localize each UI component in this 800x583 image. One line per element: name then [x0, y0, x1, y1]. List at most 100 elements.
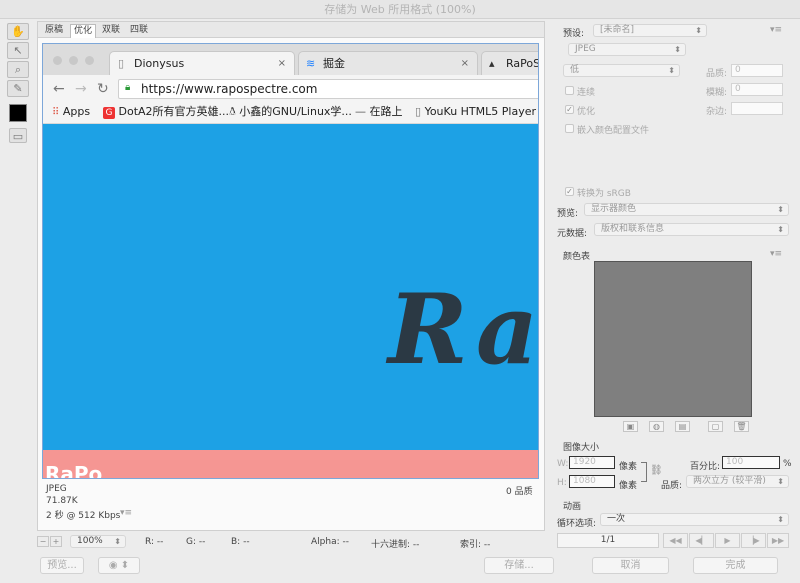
color-table-menu-icon[interactable]: ▾≡ — [770, 249, 782, 259]
close-icon[interactable]: × — [461, 52, 469, 75]
web-shift-icon[interactable]: ◍ — [649, 421, 664, 432]
reload-icon[interactable]: ↻ — [97, 81, 109, 97]
bookmark-gnu-linux[interactable]: 🐧︎ 小鑫的GNU/Linux学... — [229, 104, 352, 120]
status-r: R: -- — [145, 537, 164, 547]
window-minimize-dot — [69, 56, 78, 65]
frame-counter: 1/1 — [557, 533, 659, 548]
zoom-in-button[interactable]: + — [50, 536, 62, 547]
preset-select[interactable]: [未命名] — [593, 24, 707, 37]
info-format: JPEG — [46, 484, 67, 494]
play-icon[interactable]: ▶ — [715, 533, 740, 548]
eyedropper-tool[interactable]: ✎ — [7, 80, 29, 97]
back-arrow-icon[interactable]: ← — [53, 81, 65, 97]
lock-color-icon[interactable]: ▤ — [675, 421, 690, 432]
percent-input[interactable]: 100 — [722, 456, 780, 469]
resample-quality-label: 品质: — [661, 481, 683, 491]
eyedropper-icon: ✎ — [13, 82, 23, 95]
browser-tab-dionysus[interactable]: ▯ Dionysus × — [109, 51, 295, 75]
browser-select-button[interactable]: ◉ ⬍ — [98, 557, 140, 574]
zoom-level-select[interactable]: 100% — [70, 535, 126, 548]
zoom-out-button[interactable]: − — [37, 536, 49, 547]
bookmark-youku-player[interactable]: ▯ YouKu HTML5 Player — [415, 104, 536, 120]
toggle-slices-visibility[interactable]: ▭ — [9, 128, 27, 143]
status-g: G: -- — [186, 537, 206, 547]
done-button[interactable]: 完成 — [693, 557, 778, 574]
preview-select[interactable]: 显示器颜色 — [584, 203, 789, 216]
info-menu-icon[interactable]: ▾≡ — [120, 508, 132, 518]
address-bar[interactable]: 🔒︎ https://www.rapospectre.com — [118, 79, 538, 99]
tab-original[interactable]: 原稿 — [42, 25, 66, 36]
slice-select-tool[interactable]: ↖ — [7, 42, 29, 59]
width-unit: 像素 — [619, 462, 638, 472]
url-text: https://www.rapospectre.com — [141, 82, 318, 96]
embed-profile-checkbox[interactable] — [565, 124, 574, 133]
zoom-tool[interactable]: ⌕ — [7, 61, 29, 78]
eyedropper-color-swatch[interactable] — [9, 104, 27, 122]
bookmark-zai-lu-shang[interactable]: — 在路上 — [355, 104, 403, 120]
quality-input[interactable]: 0 — [731, 64, 783, 77]
convert-srgb-checkbox[interactable]: ✓ — [565, 187, 574, 196]
matte-select[interactable] — [731, 102, 783, 115]
preview-label: 预览: — [557, 209, 579, 219]
globe-icon: ◉ ⬍ — [108, 560, 130, 571]
optimized-preview[interactable]: ▯ Dionysus × ≋ 掘金 × ▴ RaPoSp ← → ↻ 🔒︎ ht… — [42, 43, 539, 479]
hand-icon: ✋ — [11, 25, 25, 38]
wolf-icon: ▴ — [489, 57, 495, 70]
close-icon[interactable]: × — [278, 52, 286, 75]
color-table-swatch — [594, 261, 752, 417]
delete-color-icon[interactable]: 🗑︎ — [734, 421, 749, 432]
chain-link-icon[interactable]: ⛓︎ — [650, 465, 663, 476]
preview-in-browser-button[interactable]: 预览... — [40, 557, 84, 574]
progressive-label: 连续 — [577, 88, 596, 98]
loop-select[interactable]: 一次 — [600, 513, 789, 526]
tab-title: Dionysus — [134, 57, 185, 70]
slices-icon: ▭ — [12, 130, 24, 143]
tab-optimized[interactable]: 优化 — [70, 24, 97, 38]
apps-grid-icon: ⠿ — [52, 107, 60, 118]
last-frame-icon[interactable]: ▶▶ — [767, 533, 789, 548]
metadata-label: 元数据: — [557, 229, 588, 239]
bookmark-dota2[interactable]: G DotA2所有官方英雄... — [103, 104, 229, 120]
hand-tool[interactable]: ✋ — [7, 23, 29, 40]
height-input[interactable]: 1080 — [569, 475, 615, 488]
previous-frame-icon[interactable]: ◀▏ — [689, 533, 714, 548]
first-frame-icon[interactable]: ◀◀ — [663, 533, 688, 548]
next-frame-icon[interactable]: ▕▶ — [741, 533, 766, 548]
preset-menu-icon[interactable]: ▾≡ — [770, 25, 782, 35]
width-input[interactable]: 1920 — [569, 456, 615, 469]
window-title: 存储为 Web 所用格式 (100%) — [0, 0, 800, 19]
cancel-button[interactable]: 取消 — [592, 557, 669, 574]
window-close-dot — [53, 56, 62, 65]
bookmark-apps[interactable]: ⠿ Apps — [52, 104, 90, 120]
forward-arrow-icon[interactable]: → — [75, 81, 87, 97]
quality-level-select[interactable]: 低 — [563, 64, 680, 77]
optimized-label: 优化 — [577, 107, 596, 117]
info-download-time: 2 秒 @ 512 Kbps — [46, 511, 121, 521]
tab-4up[interactable]: 四联 — [127, 25, 151, 36]
new-color-icon[interactable]: ▢ — [708, 421, 723, 432]
browser-tab-juejin[interactable]: ≋ 掘金 × — [298, 51, 478, 75]
save-button[interactable]: 存储... — [484, 557, 554, 574]
format-select[interactable]: JPEG — [568, 43, 686, 56]
resample-quality-select[interactable]: 两次立方 (较平滑) — [686, 475, 789, 488]
percent-label: 百分比: — [690, 462, 721, 472]
page-icon: ▯ — [118, 57, 125, 70]
hero-banner: Ra — [43, 124, 538, 450]
map-color-icon[interactable]: ▣ — [623, 421, 638, 432]
footer-logo-text: RaPo — [45, 462, 103, 479]
blur-input[interactable]: 0 — [731, 83, 783, 96]
status-index: 索引: -- — [460, 540, 491, 550]
animation-title: 动画 — [563, 502, 582, 512]
page-icon: ▯ — [415, 105, 422, 118]
optimized-checkbox[interactable]: ✓ — [565, 105, 574, 114]
metadata-select[interactable]: 版权和联系信息 — [594, 223, 789, 236]
image-size-title: 图像大小 — [563, 443, 600, 453]
color-table-title: 颜色表 — [563, 252, 591, 262]
preset-label: 预设: — [563, 29, 585, 39]
window-maximize-dot — [85, 56, 94, 65]
progressive-checkbox[interactable] — [565, 86, 574, 95]
juejin-icon: ≋ — [306, 57, 316, 70]
tab-title: RaPoSp — [506, 57, 538, 70]
browser-tab-rapospectre[interactable]: ▴ RaPoSp — [481, 51, 538, 75]
tab-2up[interactable]: 双联 — [99, 25, 123, 36]
